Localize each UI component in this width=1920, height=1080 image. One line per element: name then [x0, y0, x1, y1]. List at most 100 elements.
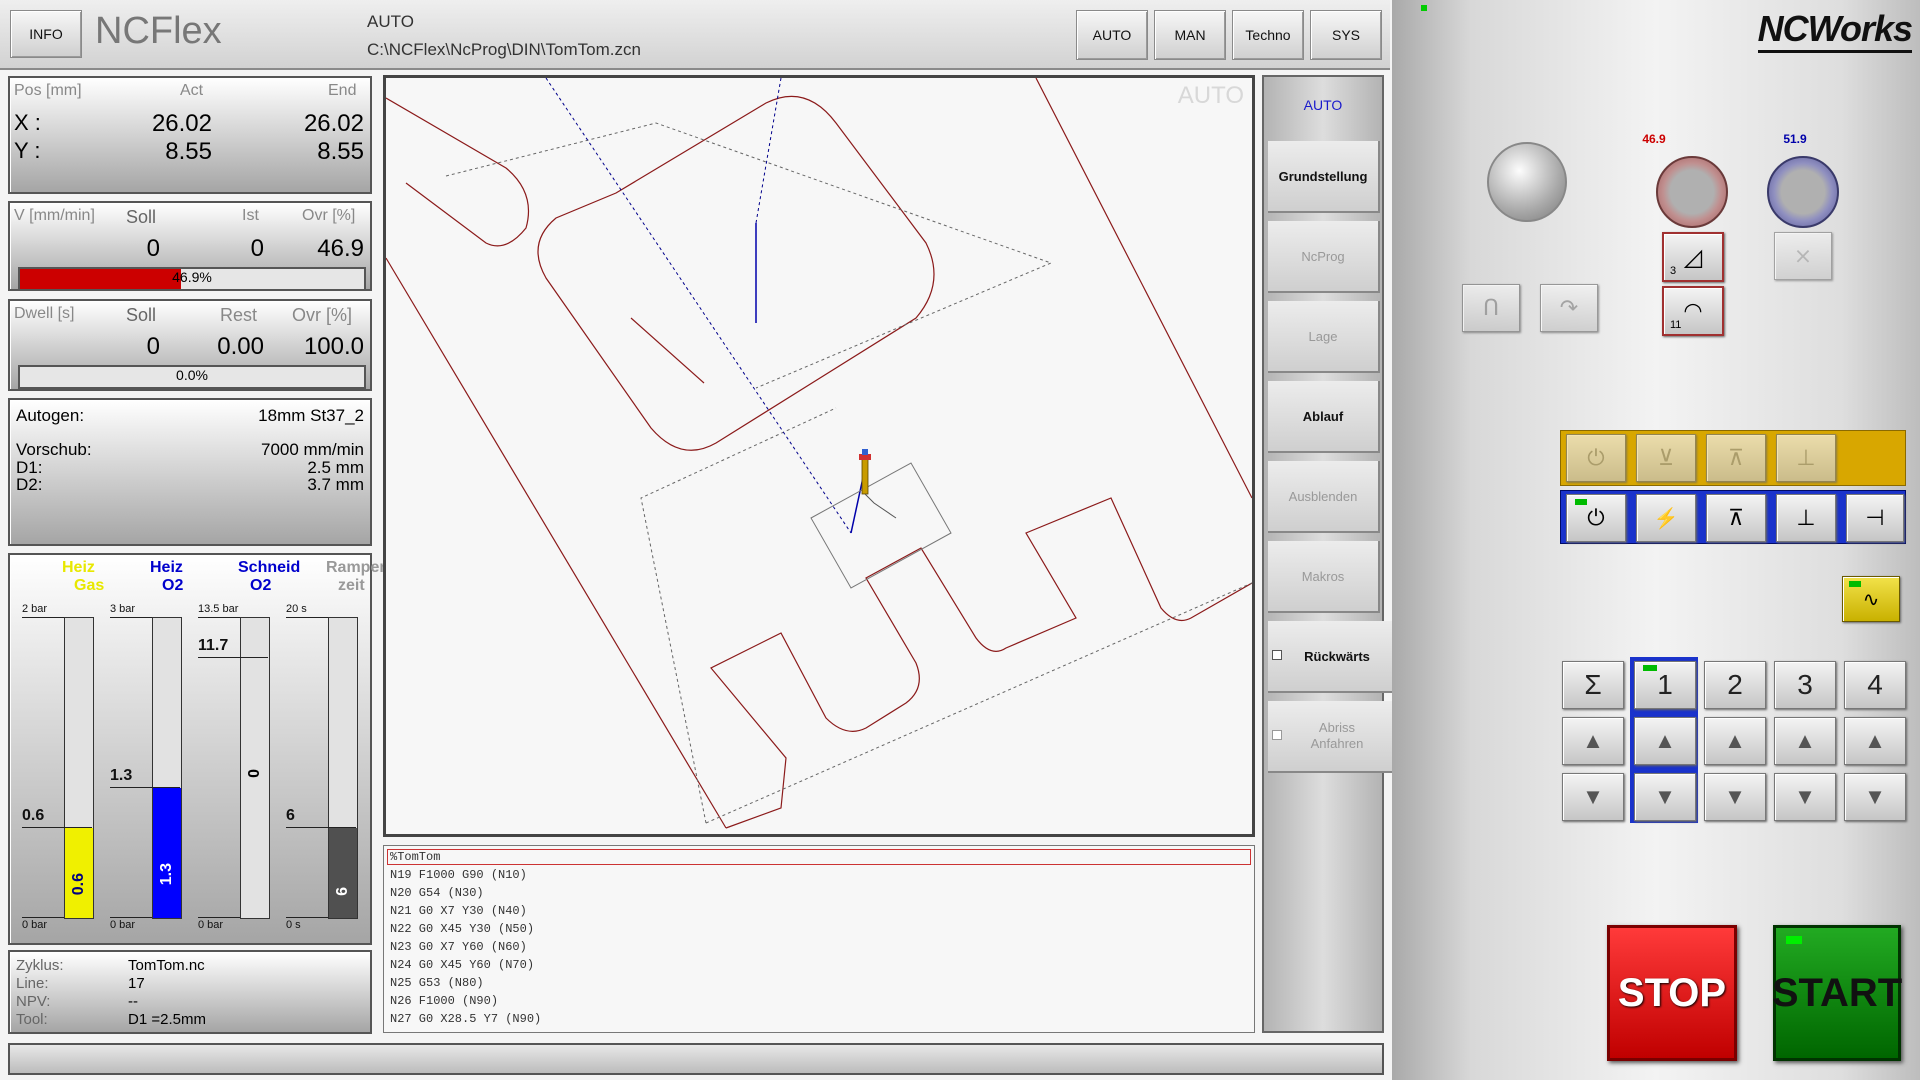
nav-sys-button[interactable]: SYS	[1310, 10, 1382, 60]
position-header: Pos [mm]	[14, 82, 82, 99]
dwell-soll-value: 0	[146, 333, 160, 360]
autogen-label: Autogen:	[16, 406, 85, 425]
plate-edge-left	[386, 257, 727, 829]
program-line[interactable]: N25 G53 (N80)	[390, 976, 484, 990]
height-control-led	[1849, 581, 1861, 587]
station-1-up-key[interactable]: ▲	[1634, 717, 1696, 765]
menu-ausblenden[interactable]: Ausblenden	[1268, 461, 1380, 533]
gauge-tube: 0.6	[64, 617, 94, 919]
station-4-down-key[interactable]: ▼	[1844, 773, 1906, 821]
torch-down-button[interactable]: ⊼	[1706, 434, 1766, 482]
dwell-ovr-label: Ovr [%]	[292, 305, 353, 325]
all-down-key[interactable]: ▼	[1562, 773, 1624, 821]
sensor-icon: ∿	[1862, 588, 1880, 611]
feed-override-value: 46.9	[1642, 132, 1666, 146]
y-end-value: 8.55	[317, 138, 364, 165]
vorschub-value: 7000 mm/min	[261, 440, 364, 459]
arc-icon: ↷	[1559, 295, 1579, 320]
info-button[interactable]: INFO	[10, 10, 82, 58]
station-1-led	[1643, 665, 1657, 671]
menu-ncprog[interactable]: NcProg	[1268, 221, 1380, 293]
stop-button[interactable]: STOP	[1607, 925, 1737, 1061]
menu-makros[interactable]: Makros	[1268, 541, 1380, 613]
torch-power-button[interactable]: ⏻	[1566, 434, 1626, 482]
torch-offset-button[interactable]: ⊣	[1846, 494, 1904, 542]
program-line[interactable]: N20 G54 (N30)	[390, 886, 484, 900]
emergency-knob[interactable]	[1487, 142, 1567, 222]
menu-lage[interactable]: Lage	[1268, 301, 1380, 373]
rapid-traverse-top	[755, 78, 782, 224]
menu-rueckwaerts[interactable]: Rückwärts	[1268, 621, 1394, 693]
slot-path-lower	[710, 497, 1252, 829]
gauge-title: Heiz	[150, 559, 183, 576]
nav-man-button[interactable]: MAN	[1154, 10, 1226, 60]
speed-value: 11	[1670, 319, 1682, 331]
menu-abriss-anfahren[interactable]: Abriss Anfahren	[1268, 701, 1394, 773]
ignition-button[interactable]: ⏻	[1566, 494, 1626, 542]
program-line[interactable]: N24 G0 X45 Y60 (N70)	[390, 958, 534, 972]
station-1-down-key[interactable]: ▼	[1634, 773, 1696, 821]
station-3-down-key[interactable]: ▼	[1774, 773, 1836, 821]
station-3-key[interactable]: 3	[1774, 661, 1836, 709]
gauge-tube: 0	[240, 617, 270, 919]
magnet-button[interactable]: Ո	[1462, 284, 1520, 332]
station-4-up-key[interactable]: ▲	[1844, 717, 1906, 765]
ramp-icon: ◿	[1683, 243, 1703, 271]
oxygen-icon: ⊥	[1796, 505, 1816, 530]
gauge-min-label: 0 bar	[110, 919, 136, 931]
plate-edge-right	[1035, 78, 1252, 499]
station-2-down-key[interactable]: ▼	[1704, 773, 1766, 821]
program-line[interactable]: N22 G0 X45 Y30 (N50)	[390, 922, 534, 936]
station-2-up-key[interactable]: ▲	[1704, 717, 1766, 765]
rueckwaerts-checkbox[interactable]	[1272, 650, 1282, 660]
gauge-value: 0	[246, 769, 263, 778]
nav-auto-button[interactable]: AUTO	[1076, 10, 1148, 60]
station-2-key[interactable]: 2	[1704, 661, 1766, 709]
program-line[interactable]: N21 G0 X7 Y30 (N40)	[390, 904, 527, 918]
program-line[interactable]: N27 G0 X28.5 Y7 (N90)	[390, 1012, 541, 1026]
torch-height-button[interactable]: ⊼	[1706, 494, 1766, 542]
sum-key[interactable]: Σ	[1562, 661, 1624, 709]
abriss-checkbox[interactable]	[1272, 730, 1282, 740]
x-act-value: 26.02	[151, 110, 212, 137]
all-up-key[interactable]: ▲	[1562, 717, 1624, 765]
ignition-led	[1575, 499, 1587, 505]
menu-ablauf[interactable]: Ablauf	[1268, 381, 1380, 453]
program-line[interactable]: %TomTom	[390, 850, 440, 864]
start-button[interactable]: START	[1772, 925, 1902, 1061]
plate-outline-left	[386, 97, 530, 247]
preheat-button[interactable]: ⚡	[1636, 494, 1696, 542]
station-3-up-key[interactable]: ▲	[1774, 717, 1836, 765]
height-control-button[interactable]: ∿	[1842, 576, 1900, 622]
program-line[interactable]: N19 F1000 G90 (N10)	[390, 868, 527, 882]
speed-override-knob[interactable]	[1767, 156, 1839, 228]
app-title: NCFlex	[95, 10, 222, 52]
velocity-panel: V [mm/min] Soll Ist Ovr [%] 0 0 46.9 46.…	[8, 201, 372, 291]
gauge-min-label: 0 s	[286, 919, 301, 931]
cut-lead-in	[630, 317, 705, 384]
feed-override-knob[interactable]	[1656, 156, 1728, 228]
nc-program-list[interactable]: %TomTom N19 F1000 G90 (N10) N20 G54 (N30…	[383, 845, 1255, 1033]
start-led	[1786, 936, 1802, 944]
clamp-button[interactable]: ⨯	[1774, 232, 1832, 280]
ramp-button[interactable]: ◿ 3	[1662, 232, 1724, 282]
program-line[interactable]: N26 F1000 (N90)	[390, 994, 498, 1008]
mode-label: AUTO	[367, 12, 414, 31]
rapid-path-bottom	[705, 582, 1252, 824]
nav-techno-button[interactable]: Techno	[1232, 10, 1304, 60]
vorschub-label: Vorschub:	[16, 440, 92, 459]
gauge-value: 0.6	[70, 873, 87, 896]
menu-grundstellung[interactable]: Grundstellung	[1268, 141, 1380, 213]
program-line[interactable]: N23 G0 X7 Y60 (N60)	[390, 940, 527, 954]
station-1-key[interactable]: 1	[1634, 661, 1696, 709]
x-end-value: 26.02	[303, 110, 364, 137]
gauge-subtitle: O2	[162, 577, 184, 594]
station-4-key[interactable]: 4	[1844, 661, 1906, 709]
arc-button[interactable]: ↷	[1540, 284, 1598, 332]
torch-pierce-button[interactable]: ⊥	[1776, 434, 1836, 482]
torch-up-button[interactable]: ⊻	[1636, 434, 1696, 482]
cutting-oxygen-button[interactable]: ⊥	[1776, 494, 1836, 542]
gauge-title: Schneid	[238, 559, 301, 576]
speed-button[interactable]: ◠ 11	[1662, 286, 1724, 336]
cutting-path-view[interactable]: AUTO	[383, 75, 1255, 837]
